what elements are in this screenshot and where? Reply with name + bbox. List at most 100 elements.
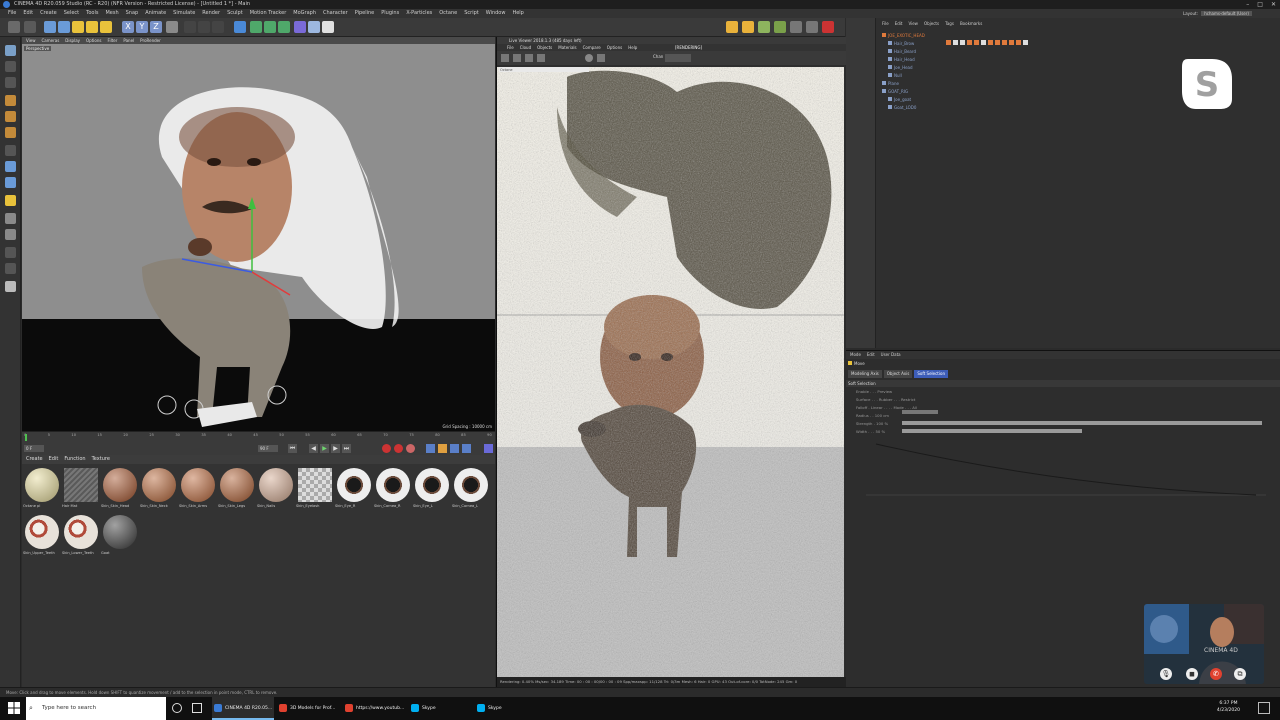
- end-frame-field[interactable]: 90 F: [258, 445, 278, 452]
- taskbar-app[interactable]: CINEMA 4D R20.05...: [212, 697, 274, 720]
- layout-selector[interactable]: Layout: hchams-default (User): [1183, 9, 1252, 18]
- taskbar-app[interactable]: 3D Models for Prof...: [277, 697, 339, 720]
- cube-primitive-icon[interactable]: [234, 21, 246, 33]
- timeline-playhead[interactable]: [25, 434, 27, 441]
- start-frame-field[interactable]: 0 F: [24, 445, 44, 452]
- model-mode-icon[interactable]: [5, 45, 16, 56]
- tag-icon[interactable]: [995, 40, 1000, 45]
- object-row[interactable]: Hair_Brow: [882, 40, 914, 48]
- taskbar-search-input[interactable]: Type here to search: [26, 697, 166, 720]
- attribute-menu-edit[interactable]: Edit: [867, 351, 875, 359]
- close-button[interactable]: ✕: [1271, 0, 1276, 9]
- menu-window[interactable]: Window: [486, 9, 506, 18]
- maximize-button[interactable]: □: [1257, 0, 1263, 9]
- skype-video-preview[interactable]: CINEMA 4D 🎙 ◼ ✆ ⧉: [1144, 604, 1264, 684]
- move-tool-icon[interactable]: [58, 21, 70, 33]
- taskbar-app[interactable]: Skype: [409, 697, 471, 720]
- system-clock[interactable]: 6:37 PM 4/23/2020: [1217, 700, 1240, 714]
- layout-value[interactable]: hchams-default (User): [1201, 11, 1252, 16]
- menu-script[interactable]: Script: [464, 9, 479, 18]
- axis-mode-icon[interactable]: [5, 145, 16, 156]
- tag-icon[interactable]: [1016, 40, 1021, 45]
- menu-octane[interactable]: Octane: [439, 9, 457, 18]
- object-menu-objects[interactable]: Objects: [924, 21, 939, 26]
- material-swatch[interactable]: Hair Mat: [62, 466, 100, 512]
- keyframe-selection-icon[interactable]: [406, 444, 415, 453]
- windows-start-icon[interactable]: [8, 702, 20, 714]
- autokey-icon[interactable]: [394, 444, 403, 453]
- region-render-icon[interactable]: [597, 54, 605, 62]
- material-menu-function[interactable]: Function: [64, 455, 85, 464]
- snap-icon[interactable]: [5, 177, 16, 188]
- material-swatch[interactable]: Skin_Eye_R: [335, 466, 373, 512]
- array-icon[interactable]: [264, 21, 276, 33]
- material-swatch[interactable]: Skin_Skin_Legs: [218, 466, 256, 512]
- screen-icon[interactable]: [806, 21, 818, 33]
- position-key-icon[interactable]: [426, 444, 435, 453]
- material-swatch[interactable]: Skin_Skin_Head: [101, 466, 139, 512]
- coordinate-system-icon[interactable]: [166, 21, 178, 33]
- tag-icon[interactable]: [974, 40, 979, 45]
- menu-edit[interactable]: Edit: [23, 9, 33, 18]
- object-menu-edit[interactable]: Edit: [895, 21, 903, 26]
- attribute-row[interactable]: Radius . . 100 cm: [856, 413, 889, 418]
- record-icon[interactable]: [382, 444, 391, 453]
- live-viewer-menu-objects[interactable]: Objects: [537, 44, 552, 51]
- subdivision-icon[interactable]: [250, 21, 262, 33]
- rotation-key-icon[interactable]: [450, 444, 459, 453]
- menu-animate[interactable]: Animate: [145, 9, 166, 18]
- render-region-icon[interactable]: [822, 21, 834, 33]
- taskbar-app[interactable]: https://www.youtub...: [343, 697, 405, 720]
- timeline[interactable]: 051015202530354045505560657075808590 0 F…: [22, 431, 495, 455]
- object-row[interactable]: Goat_LOD0: [882, 104, 916, 112]
- object-row[interactable]: Hair_Head: [882, 56, 915, 64]
- menu-tools[interactable]: Tools: [86, 9, 98, 18]
- material-swatch[interactable]: Skin_Skin_Arms: [179, 466, 217, 512]
- octane-settings-icon[interactable]: [742, 21, 754, 33]
- step-forward-icon[interactable]: ▶: [331, 444, 340, 453]
- object-menu-view[interactable]: View: [908, 21, 918, 26]
- object-row[interactable]: JOE_EXOTIC_HEAD: [882, 32, 925, 40]
- sculpt-icon[interactable]: [5, 195, 16, 206]
- solo-icon[interactable]: [5, 247, 16, 258]
- tag-icon[interactable]: [1023, 40, 1028, 45]
- cortana-icon[interactable]: [172, 703, 182, 713]
- object-row[interactable]: Plane: [882, 80, 899, 88]
- light-icon[interactable]: [322, 21, 334, 33]
- material-swatch[interactable]: Skin_Nails: [257, 466, 295, 512]
- render-picture-viewer-icon[interactable]: [198, 21, 210, 33]
- menu-sculpt[interactable]: Sculpt: [227, 9, 243, 18]
- live-selection-icon[interactable]: [44, 21, 56, 33]
- polygons-mode-icon[interactable]: [5, 127, 16, 138]
- object-row[interactable]: Joe_Head: [882, 64, 913, 72]
- material-swatch[interactable]: Skin_Upper_Teeth: [23, 513, 61, 559]
- timeline-menu-icon[interactable]: [484, 444, 493, 453]
- material-menu-edit[interactable]: Edit: [49, 455, 59, 464]
- live-viewer-menu-compare[interactable]: Compare: [583, 44, 601, 51]
- render-output[interactable]: Octane: [497, 67, 844, 677]
- rotate-tool-icon[interactable]: [86, 21, 98, 33]
- attribute-row[interactable]: Width . . . 50 %: [856, 429, 885, 434]
- menu-snap[interactable]: Snap: [126, 9, 139, 18]
- material-swatch[interactable]: Skin_Skin_Neck: [140, 466, 178, 512]
- attribute-menu-mode[interactable]: Mode: [850, 351, 861, 359]
- tweak-mode-icon[interactable]: [5, 161, 16, 172]
- z-axis-lock-icon[interactable]: Z: [150, 21, 162, 33]
- timeline-ruler[interactable]: 051015202530354045505560657075808590: [24, 433, 492, 441]
- tag-icon[interactable]: [981, 40, 986, 45]
- microphone-icon[interactable]: 🎙: [1160, 668, 1172, 680]
- falloff-graph[interactable]: [866, 439, 1266, 499]
- recent-tool-icon[interactable]: [100, 21, 112, 33]
- menu-simulate[interactable]: Simulate: [173, 9, 195, 18]
- paint-icon[interactable]: [5, 281, 16, 292]
- menu-pipeline[interactable]: Pipeline: [355, 9, 375, 18]
- material-swatch[interactable]: Skin_Cornea_R: [374, 466, 412, 512]
- tag-icon[interactable]: [953, 40, 958, 45]
- floor-icon[interactable]: [294, 21, 306, 33]
- radius-slider[interactable]: [902, 410, 938, 414]
- tag-icon[interactable]: [960, 40, 965, 45]
- attribute-tab-soft-selection[interactable]: Soft Selection: [914, 370, 948, 378]
- tag-icon[interactable]: [1002, 40, 1007, 45]
- scale-key-icon[interactable]: [438, 444, 447, 453]
- material-swatch[interactable]: Skin_Eye_L: [413, 466, 451, 512]
